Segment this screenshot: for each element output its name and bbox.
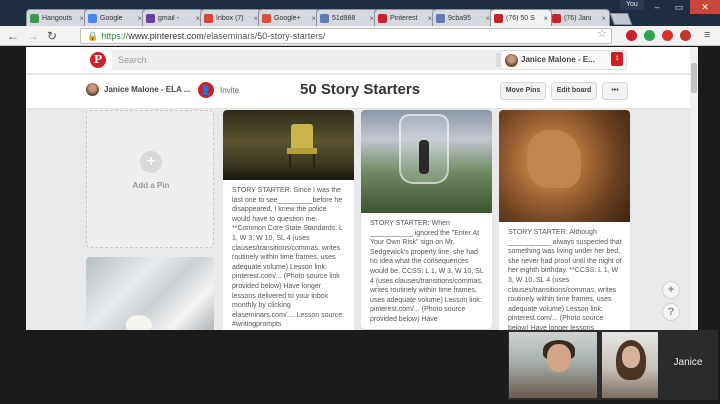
tab-favicon-icon	[436, 13, 445, 23]
pinterest-logo-icon[interactable]: P	[90, 52, 106, 68]
back-icon[interactable]: ←	[7, 29, 19, 43]
close-icon[interactable]: ✕	[690, 0, 720, 14]
video-feed-self[interactable]	[509, 332, 597, 398]
tab-favicon-icon	[146, 13, 155, 23]
video-feed-participant[interactable]	[602, 332, 658, 398]
tab-list: Hangouts × Google × gmail - × Inbox (7) × Google…	[26, 9, 633, 26]
maximize-icon[interactable]: ▭	[668, 0, 690, 14]
search-placeholder: Search	[118, 55, 147, 65]
user-profile-button[interactable]: Janice Malone - E...	[500, 50, 627, 70]
browser-tab-strip: Hangouts × Google × gmail - × Inbox (7) × Google…	[0, 0, 720, 26]
pin-description: STORY STARTER: Although ___________ alwa…	[508, 229, 622, 330]
tab-title: (76) Jani	[564, 14, 592, 22]
tab-close-icon[interactable]: ×	[601, 14, 606, 23]
pinterest-header: P Search ≡ Janice Malone - E... 1	[26, 47, 690, 74]
invite-icon[interactable]: 👤	[198, 82, 214, 98]
pin-card[interactable]: STORY STARTER: Although ___________ alwa…	[499, 110, 630, 330]
tab-favicon-icon	[88, 13, 97, 23]
bookmark-star-icon[interactable]: ☆	[597, 27, 607, 40]
board-header: Janice Malone - ELA ... 👤 Invite 50 Stor…	[26, 75, 690, 109]
page-scrollbar[interactable]	[690, 47, 698, 330]
pin-card[interactable]: STORY STARTER: When ___________ ignored …	[361, 110, 492, 329]
browser-toolbar: ← → ↻ 🔒 https://www.pinterest.com/elasemi…	[0, 26, 720, 46]
tab-title: Google	[100, 14, 123, 22]
browser-tab[interactable]: (76) Jani ×	[548, 9, 610, 26]
owner-avatar	[86, 83, 99, 96]
tab-title: Inbox (7)	[216, 14, 244, 22]
browser-tab[interactable]: Google ×	[84, 9, 146, 26]
add-pin-label: Add a Pin	[132, 181, 170, 190]
pin-card[interactable]: STORY STARTER: Since I was the last one …	[223, 110, 354, 330]
tab-title: Hangouts	[42, 14, 72, 22]
search-input[interactable]: Search ≡	[112, 50, 517, 70]
window-user-label[interactable]: You	[620, 0, 644, 10]
tab-close-icon[interactable]: ×	[543, 14, 548, 23]
screen: Hangouts × Google × gmail - × Inbox (7) × Google…	[0, 0, 720, 404]
red-ext-icon[interactable]	[662, 30, 673, 41]
owner-name: Janice Malone - ELA ...	[104, 85, 191, 94]
video-call-overlay: Janice	[508, 330, 718, 400]
pin-image-snow[interactable]	[86, 257, 214, 330]
tab-favicon-icon	[320, 13, 329, 23]
invite-link[interactable]: Invite	[220, 86, 239, 95]
browser-tab[interactable]: (76) 50 S ×	[490, 9, 552, 26]
browser-tab[interactable]: Hangouts ×	[26, 9, 88, 26]
tab-title: (76) 50 S	[506, 14, 535, 22]
adblock-ext-icon[interactable]	[680, 30, 691, 41]
address-bar[interactable]: 🔒 https://www.pinterest.com/elaseminars/5…	[80, 28, 612, 44]
pin-image-creature[interactable]	[499, 110, 630, 222]
tab-favicon-icon	[494, 13, 503, 23]
tab-title: Google+	[274, 14, 301, 22]
avatar	[505, 54, 518, 67]
pin-image-chair[interactable]	[223, 110, 354, 180]
pin-description: STORY STARTER: When ___________ ignored …	[370, 220, 484, 323]
tab-title: 51d988	[332, 14, 356, 22]
user-name: Janice Malone - E...	[521, 55, 595, 64]
tab-favicon-icon	[552, 13, 561, 23]
participant-name: Janice	[673, 357, 703, 368]
browser-tab[interactable]: Inbox (7) ×	[200, 9, 262, 26]
tab-title: 9cba95	[448, 14, 471, 22]
pin-image-jar[interactable]	[361, 110, 492, 213]
snow-figure	[126, 315, 152, 330]
lock-icon: 🔒	[87, 31, 99, 41]
browser-tab[interactable]: 9cba95 ×	[432, 9, 494, 26]
board-title: 50 Story Starters	[300, 81, 421, 98]
url-host: www.pinterest.com	[128, 31, 204, 41]
url-protocol: https://	[101, 31, 129, 41]
more-options-button[interactable]: •••	[602, 82, 628, 100]
browser-tab[interactable]: 51d988 ×	[316, 9, 378, 26]
reload-icon[interactable]: ↻	[47, 29, 57, 43]
tab-favicon-icon	[204, 13, 213, 23]
tab-title: Pinterest	[390, 14, 418, 22]
help-button[interactable]: ?	[662, 303, 680, 321]
green-ext-icon[interactable]	[644, 30, 655, 41]
new-tab-button[interactable]	[609, 13, 633, 25]
edit-board-button[interactable]: Edit board	[551, 82, 597, 100]
url-path: /elaseminars/50-story-starters/	[203, 31, 326, 41]
forward-icon[interactable]: →	[27, 29, 39, 43]
board-owner[interactable]: Janice Malone - ELA ...	[86, 83, 191, 96]
add-pin-card[interactable]: + Add a Pin	[86, 110, 214, 248]
plus-icon: +	[140, 151, 162, 173]
tab-title: gmail -	[158, 14, 180, 22]
pinterest-page: P Search ≡ Janice Malone - E... 1 Janice…	[26, 47, 690, 330]
minimize-icon[interactable]: –	[646, 0, 668, 14]
tab-favicon-icon	[30, 13, 39, 23]
tab-favicon-icon	[262, 13, 271, 23]
chrome-menu-icon[interactable]: ≡	[704, 29, 710, 41]
move-pins-button[interactable]: Move Pins	[500, 82, 546, 100]
pinterest-ext-icon[interactable]	[626, 30, 637, 41]
pin-description: STORY STARTER: Since I was the last one …	[232, 187, 345, 329]
browser-tab[interactable]: Google+ ×	[258, 9, 320, 26]
scrollbar-thumb[interactable]	[691, 63, 697, 93]
window-controls: – ▭ ✕	[646, 0, 720, 14]
browser-tab[interactable]: gmail - ×	[142, 9, 204, 26]
create-pin-button[interactable]: +	[662, 281, 680, 299]
browser-tab[interactable]: Pinterest ×	[374, 9, 436, 26]
notifications-badge[interactable]: 1	[611, 52, 623, 66]
tab-favicon-icon	[378, 13, 387, 23]
